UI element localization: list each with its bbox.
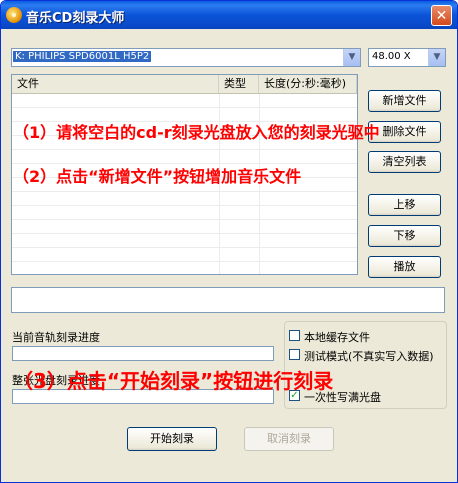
step3-annotation: （3）点击“开始刻录”按钮进行刻录 [13, 369, 334, 393]
step2-annotation: （2）点击“新增文件”按钮增加音乐文件 [13, 167, 302, 186]
move-down-button[interactable]: 下移 [368, 225, 441, 247]
checkbox-box[interactable] [289, 330, 300, 341]
column-header-file[interactable]: 文件 [12, 75, 219, 93]
drive-select[interactable]: K: PHILIPS SPD6001L H5P2 ▼ [11, 48, 361, 67]
main-window: 音乐CD刻录大师 ✕ K: PHILIPS SPD6001L H5P2 ▼ 48… [0, 0, 458, 483]
test-mode-label: 测试模式(不真实写入数据) [304, 350, 434, 363]
step1-annotation: （1）请将空白的cd-r刻录光盘放入您的刻录光驱中 [13, 123, 380, 142]
file-list-header: 文件 类型 长度(分:秒:毫秒) [12, 75, 357, 94]
speed-select-value: 48.00 X [372, 51, 411, 62]
column-header-length[interactable]: 长度(分:秒:毫秒) [259, 75, 357, 93]
list-item [12, 248, 357, 262]
play-button[interactable]: 播放 [368, 256, 441, 278]
clear-list-button[interactable]: 清空列表 [368, 151, 441, 173]
cd-icon [6, 7, 22, 23]
status-field [11, 287, 445, 313]
local-cache-checkbox[interactable]: 本地缓存文件 [289, 330, 449, 344]
list-item [12, 94, 357, 108]
window-title: 音乐CD刻录大师 [26, 11, 125, 26]
list-item [12, 150, 357, 164]
list-item [12, 206, 357, 220]
column-header-type[interactable]: 类型 [219, 75, 259, 93]
track-progress-label: 当前音轨刻录进度 [12, 331, 100, 344]
close-button[interactable]: ✕ [431, 5, 452, 26]
move-up-button[interactable]: 上移 [368, 194, 441, 216]
test-mode-checkbox[interactable]: 测试模式(不真实写入数据) [289, 349, 449, 363]
speed-select[interactable]: 48.00 X ▼ [368, 48, 446, 67]
cancel-burn-button[interactable]: 取消刻录 [244, 427, 334, 451]
chevron-down-icon[interactable]: ▼ [343, 49, 360, 66]
track-progress-bar [12, 346, 274, 361]
add-file-button[interactable]: 新增文件 [368, 90, 441, 112]
list-item [12, 192, 357, 206]
start-burn-button[interactable]: 开始刻录 [127, 427, 217, 451]
title-bar[interactable]: 音乐CD刻录大师 ✕ [1, 1, 457, 29]
local-cache-label: 本地缓存文件 [304, 331, 370, 344]
chevron-down-icon[interactable]: ▼ [428, 49, 445, 66]
checkbox-box[interactable] [289, 349, 300, 360]
drive-select-value: K: PHILIPS SPD6001L H5P2 [13, 51, 152, 62]
list-item [12, 234, 357, 248]
list-item [12, 220, 357, 234]
